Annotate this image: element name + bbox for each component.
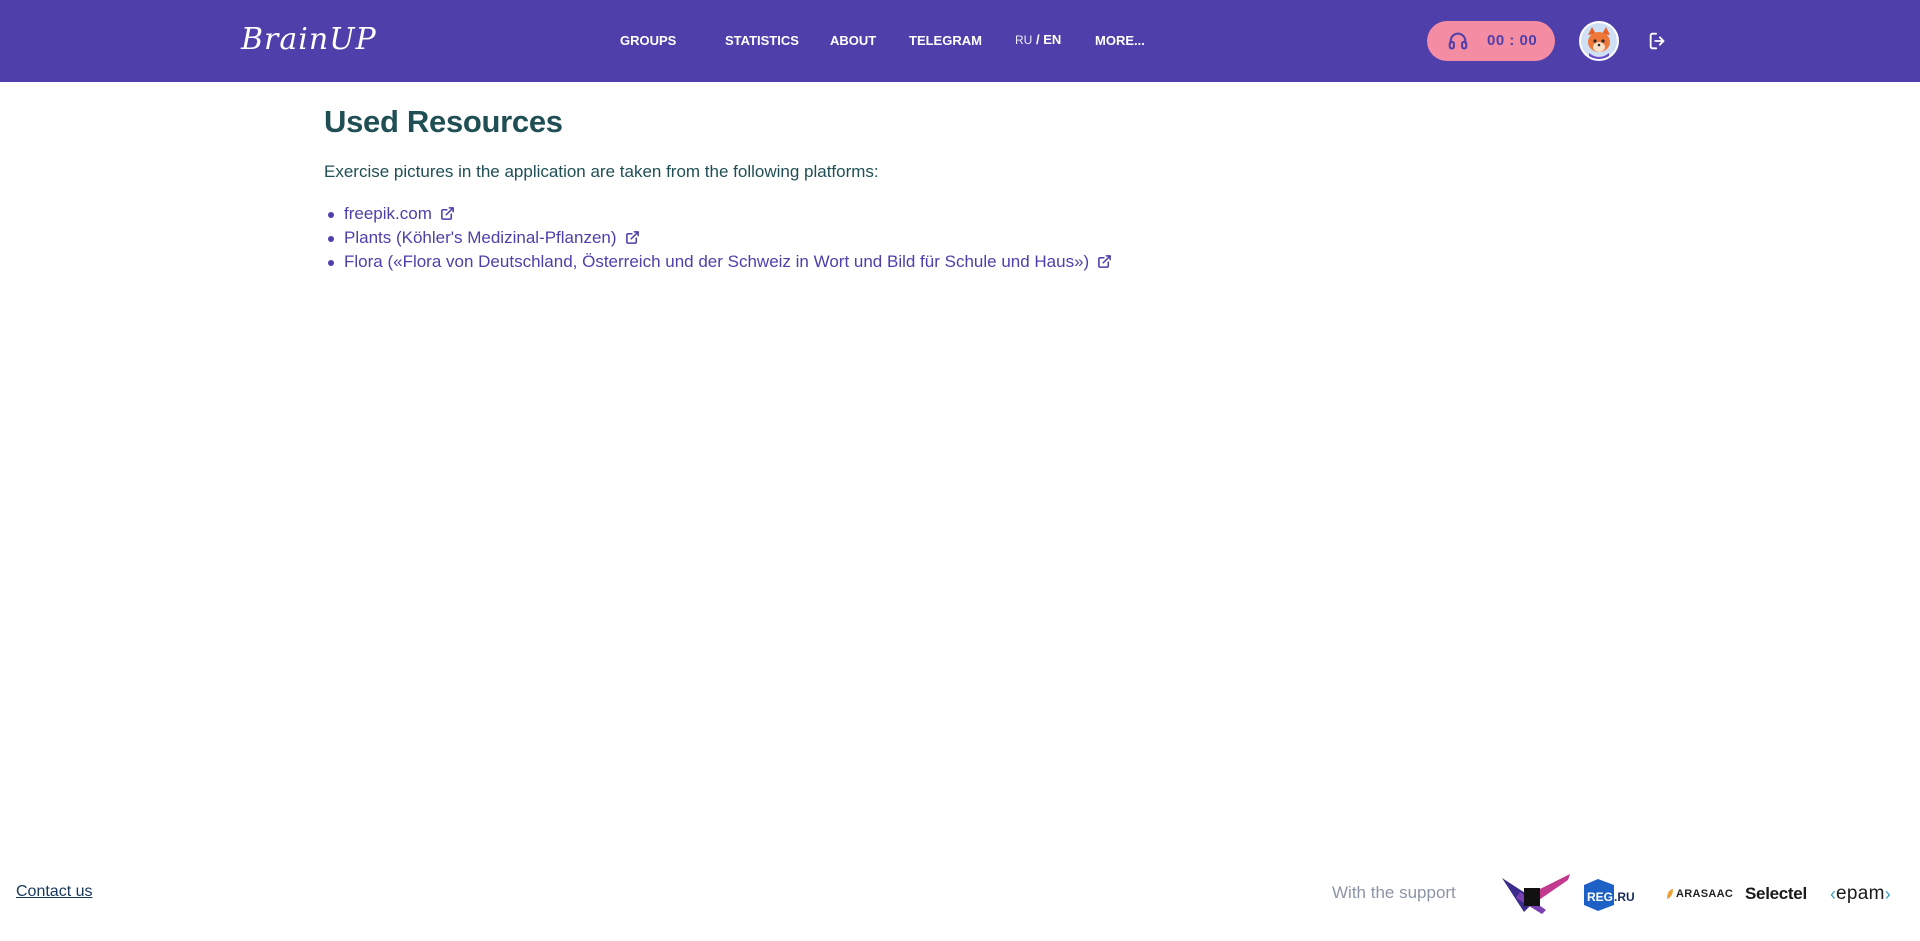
external-link-icon[interactable] xyxy=(440,206,455,221)
resource-link-freepik[interactable]: freepik.com xyxy=(344,204,432,223)
epam-bracket-right-icon: › xyxy=(1884,883,1891,904)
top-navbar: BrainUP GROUPS STATISTICS ABOUT TELEGRAM… xyxy=(0,0,1920,82)
audio-timer-button[interactable]: 00 : 00 xyxy=(1427,21,1555,61)
resources-section: Used Resources Exercise pictures in the … xyxy=(324,104,1624,274)
lang-separator: / xyxy=(1035,32,1040,47)
resource-link-plants[interactable]: Plants (Köhler's Medizinal-Pflanzen) xyxy=(344,228,617,247)
regru-logo-icon: REG .RU xyxy=(1584,879,1635,911)
timer-value: 00 : 00 xyxy=(1487,32,1538,49)
lang-en[interactable]: EN xyxy=(1043,32,1061,47)
logout-icon[interactable] xyxy=(1647,30,1669,52)
fox-avatar-icon xyxy=(1581,23,1617,59)
sponsor-logo-first[interactable] xyxy=(1500,872,1572,916)
nav-groups[interactable]: GROUPS xyxy=(620,33,676,48)
sponsor-logo-arasaac[interactable]: ARASAAC xyxy=(1666,872,1733,916)
regru-main-text: REG xyxy=(1587,890,1613,904)
intro-text: Exercise pictures in the application are… xyxy=(324,162,879,181)
resource-link-flora[interactable]: Flora («Flora von Deutschland, Österreic… xyxy=(344,252,1089,271)
lang-ru[interactable]: RU xyxy=(1015,33,1032,47)
selectel-text: Selectel xyxy=(1745,884,1807,903)
sponsor-x-logo-icon xyxy=(1502,874,1570,914)
external-link-icon[interactable] xyxy=(625,230,640,245)
external-link-icon[interactable] xyxy=(1097,254,1112,269)
support-label: With the support xyxy=(1332,883,1456,902)
list-item: Plants (Köhler's Medizinal-Pflanzen) xyxy=(324,226,1624,250)
list-item: freepik.com xyxy=(324,202,1624,226)
nav-more[interactable]: MORE... xyxy=(1095,33,1145,48)
list-item: Flora («Flora von Deutschland, Österreic… xyxy=(324,250,1624,274)
user-avatar[interactable] xyxy=(1579,21,1619,61)
brainup-logo[interactable]: BrainUP xyxy=(241,22,377,57)
regru-suffix-text: .RU xyxy=(1614,890,1635,904)
nav-telegram[interactable]: TELEGRAM xyxy=(909,33,982,48)
resources-list: freepik.com Plants (Köhler's Medizinal-P… xyxy=(324,202,1624,274)
sponsor-logo-regru[interactable]: REG .RU xyxy=(1582,872,1642,916)
headphones-icon xyxy=(1448,32,1468,50)
nav-about[interactable]: ABOUT xyxy=(830,33,876,48)
arasaac-leaf-icon xyxy=(1667,889,1673,899)
sponsor-logo-epam[interactable]: ‹ epam › xyxy=(1830,872,1891,916)
language-switcher: RU / EN xyxy=(1015,32,1061,47)
nav-statistics[interactable]: STATISTICS xyxy=(725,33,799,48)
sponsor-logo-selectel[interactable]: Selectel xyxy=(1745,872,1807,916)
page-title: Used Resources xyxy=(324,104,563,139)
arasaac-text: ARASAAC xyxy=(1676,888,1734,900)
epam-text: epam xyxy=(1836,883,1885,904)
contact-us-link[interactable]: Contact us xyxy=(16,883,92,901)
